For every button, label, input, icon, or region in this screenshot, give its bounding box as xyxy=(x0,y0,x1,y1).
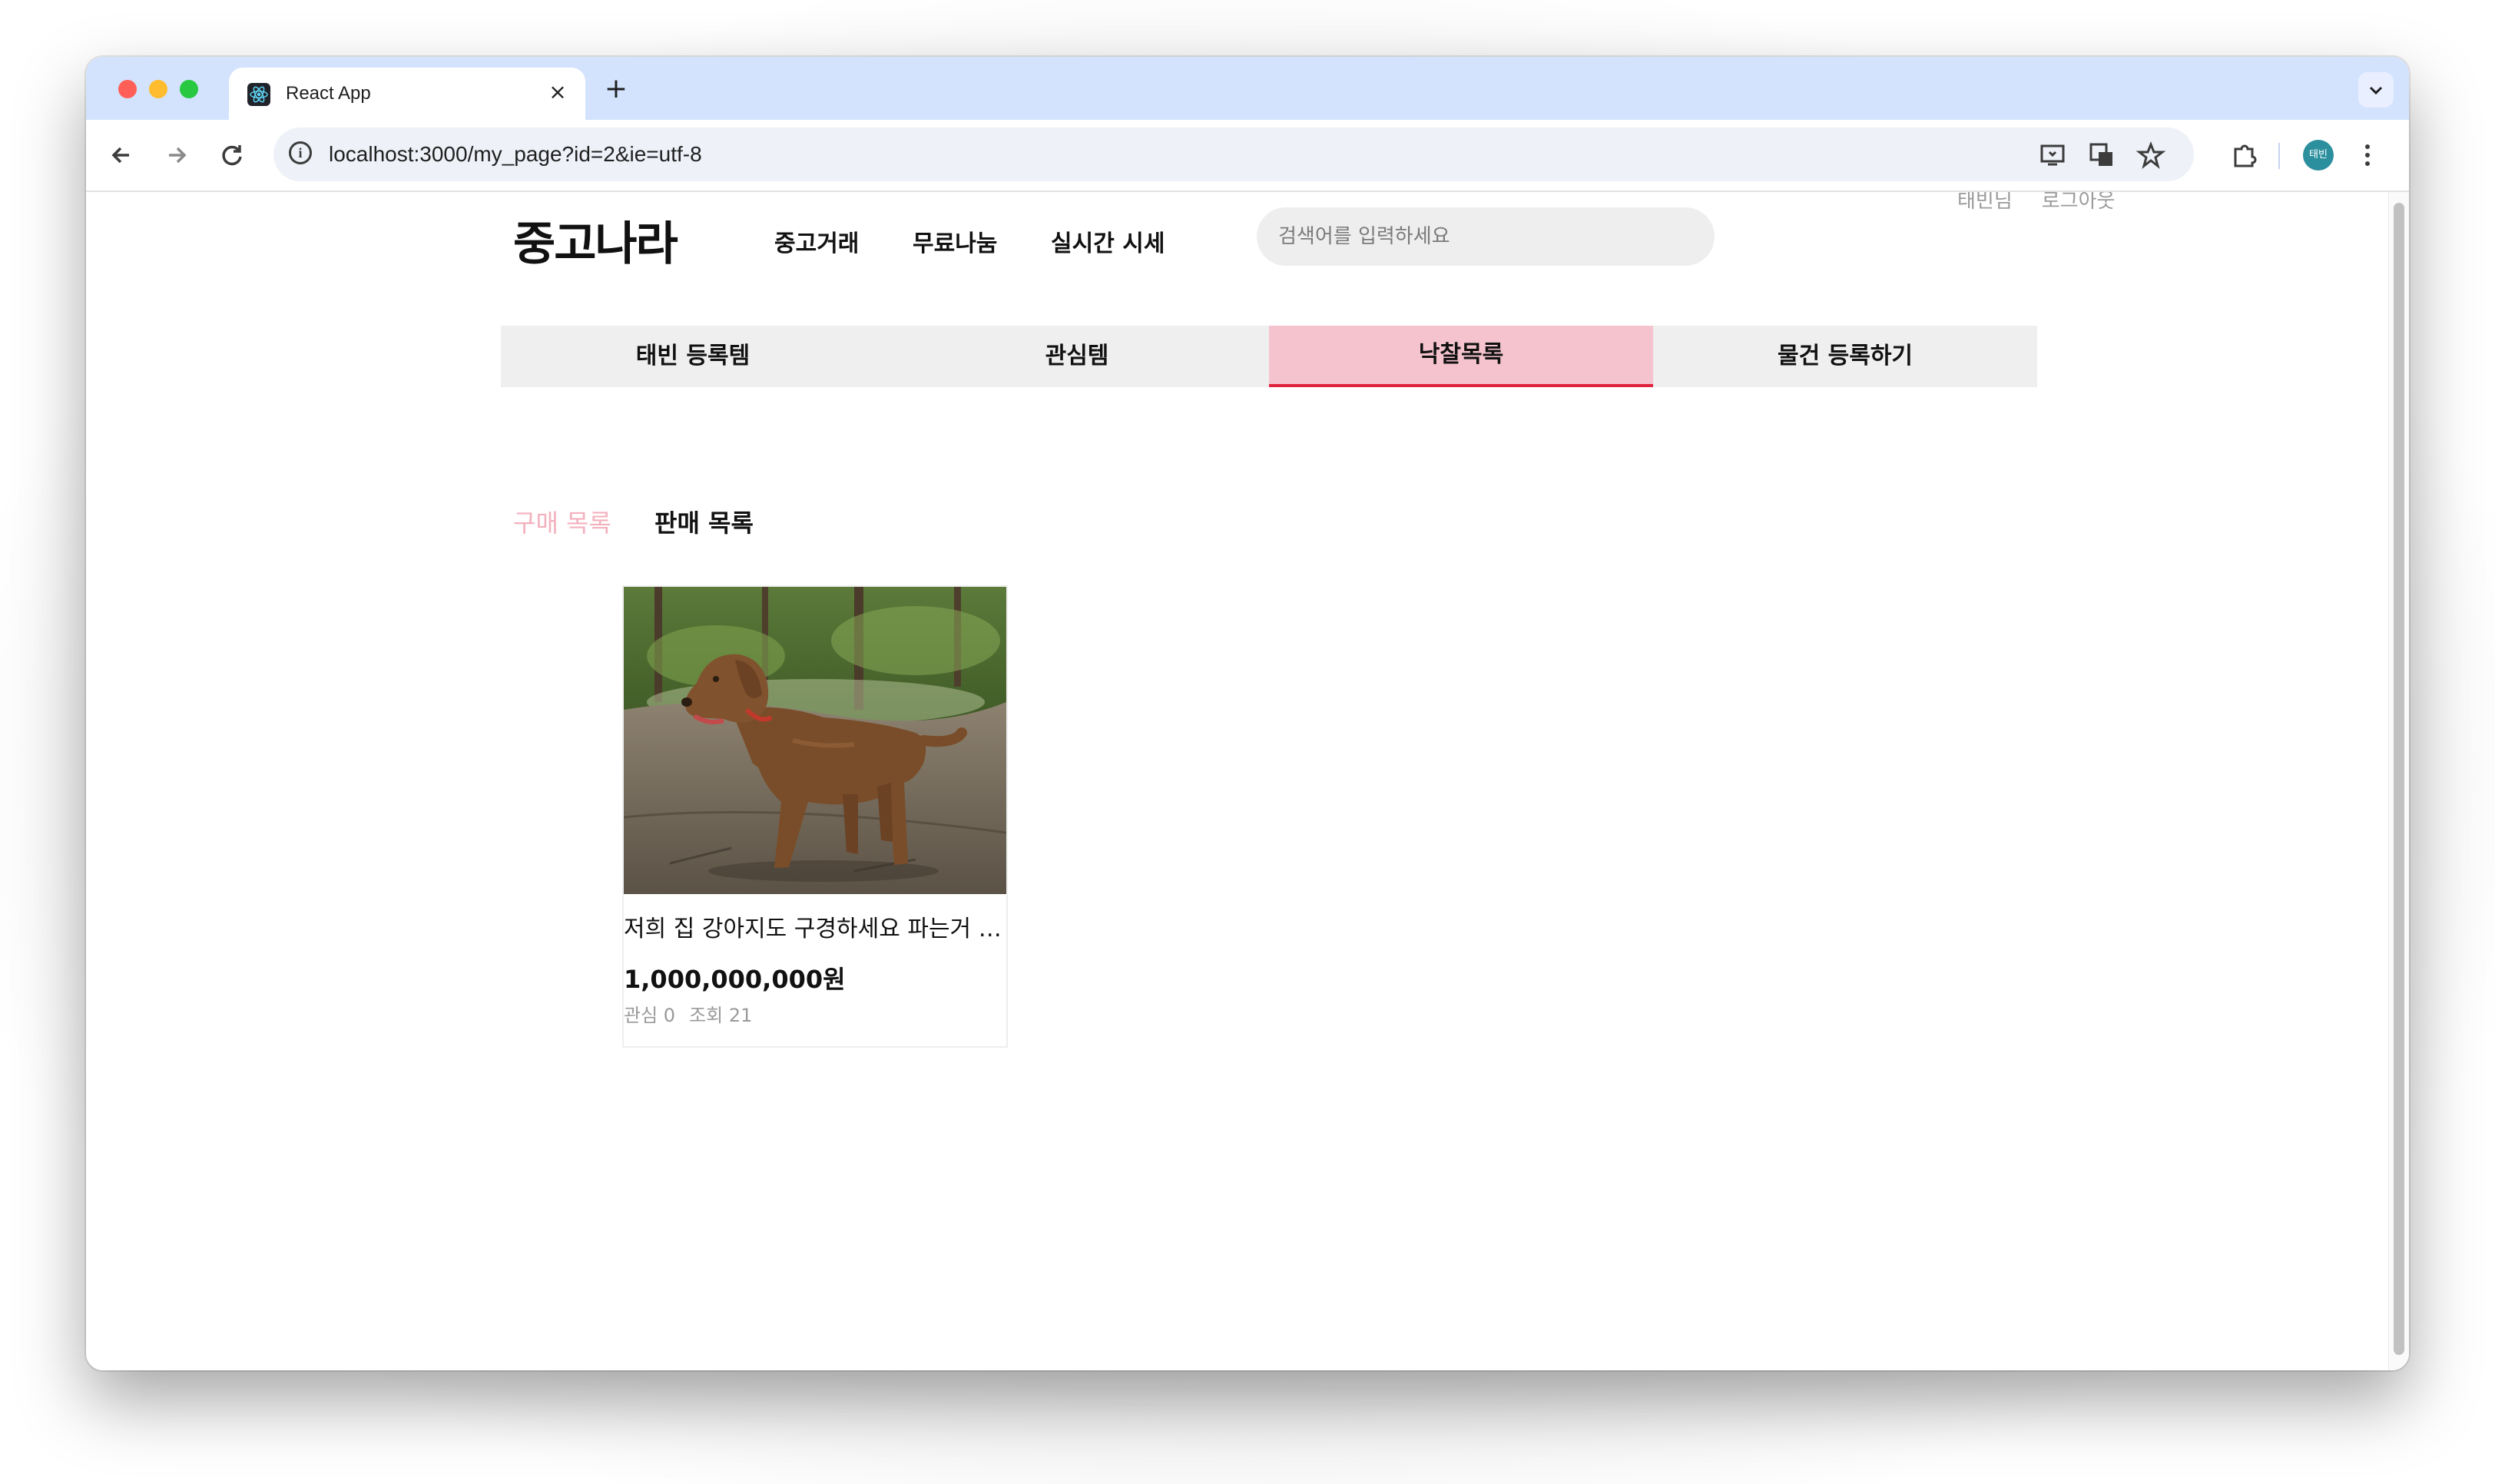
subtab-purchase-list[interactable]: 구매 목록 xyxy=(513,505,611,541)
tab-my-registered[interactable]: 태빈 등록템 xyxy=(501,326,885,387)
extensions-puzzle-icon[interactable] xyxy=(2225,135,2265,175)
tab-search-button[interactable] xyxy=(2358,72,2394,108)
reload-icon xyxy=(222,145,242,166)
tab-wishlist[interactable]: 관심템 xyxy=(885,326,1269,387)
item-price: 1,000,000,000원 xyxy=(624,965,846,994)
nav-free-share[interactable]: 무료나눔 xyxy=(913,227,997,261)
tab-title: React App xyxy=(286,83,371,104)
maximize-window-button[interactable] xyxy=(180,80,198,98)
back-button[interactable] xyxy=(101,135,141,175)
toolbar-divider xyxy=(2278,143,2280,169)
browser-tab[interactable]: React App × xyxy=(229,68,585,120)
item-title[interactable]: 저희 집 강아지도 구경하세요 파는거 아니에요 xyxy=(624,913,1006,946)
minimize-window-button[interactable] xyxy=(149,80,167,98)
address-bar[interactable]: i localhost:3000/my_page?id=2&ie=utf-8 xyxy=(273,128,2194,181)
subtab-sales-list[interactable]: 판매 목록 xyxy=(654,505,754,541)
item-stats: 관심 0 조회 21 xyxy=(624,1002,766,1029)
item-card[interactable]: 저희 집 강아지도 구경하세요 파는거 아니에요 1,000,000,000원 … xyxy=(622,585,1008,1048)
item-likes: 관심 0 xyxy=(624,1005,676,1026)
install-app-icon[interactable] xyxy=(2033,135,2073,175)
bookmark-star-icon[interactable] xyxy=(2131,135,2171,175)
scrollbar-thumb[interactable] xyxy=(2394,203,2404,1355)
dog-photo-image xyxy=(624,587,1006,894)
browser-window: React App × + i localhost:3000/my_page?i… xyxy=(86,57,2409,1370)
translate-icon[interactable] xyxy=(2082,135,2122,175)
browser-toolbar: i localhost:3000/my_page?id=2&ie=utf-8 태… xyxy=(86,120,2409,192)
user-name-link[interactable]: 태빈님 xyxy=(1957,192,2013,213)
item-photo[interactable] xyxy=(624,587,1006,894)
site-logo[interactable]: 중고나라 xyxy=(513,215,678,273)
tab-strip: React App × + xyxy=(86,57,2409,120)
tab-won-bids[interactable]: 낙찰목록 xyxy=(1269,326,1653,387)
close-window-button[interactable] xyxy=(118,80,137,98)
chevron-down-icon xyxy=(2369,86,2383,95)
url-text[interactable]: localhost:3000/my_page?id=2&ie=utf-8 xyxy=(329,140,702,169)
new-tab-button[interactable]: + xyxy=(599,72,633,106)
more-menu-icon[interactable] xyxy=(2348,135,2387,175)
logout-link[interactable]: 로그아웃 xyxy=(2042,192,2116,213)
reload-button[interactable] xyxy=(212,135,252,175)
item-views: 조회 21 xyxy=(689,1005,753,1026)
scrollbar[interactable] xyxy=(2388,192,2409,1370)
nav-live-price[interactable]: 실시간 시세 xyxy=(1051,227,1165,261)
search-input[interactable] xyxy=(1257,207,1715,266)
user-links: 태빈님 로그아웃 xyxy=(1957,192,2144,217)
profile-avatar[interactable]: 태빈 xyxy=(2303,140,2334,171)
tab-close-icon[interactable]: × xyxy=(544,78,572,106)
forward-button[interactable] xyxy=(157,135,197,175)
page-viewport: 중고나라 중고거래 무료나눔 실시간 시세 태빈님 로그아웃 태빈 등록템 관심템… xyxy=(86,192,2409,1370)
mypage-tabs: 태빈 등록템 관심템 낙찰목록 물건 등록하기 xyxy=(501,326,2037,387)
arrow-right-icon xyxy=(169,147,187,164)
arrow-left-icon xyxy=(111,147,129,164)
nav-used-trade[interactable]: 중고거래 xyxy=(774,227,859,261)
tab-register-item[interactable]: 물건 등록하기 xyxy=(1653,326,2037,387)
react-logo-icon xyxy=(247,83,270,106)
site-info-icon[interactable]: i xyxy=(289,141,312,164)
